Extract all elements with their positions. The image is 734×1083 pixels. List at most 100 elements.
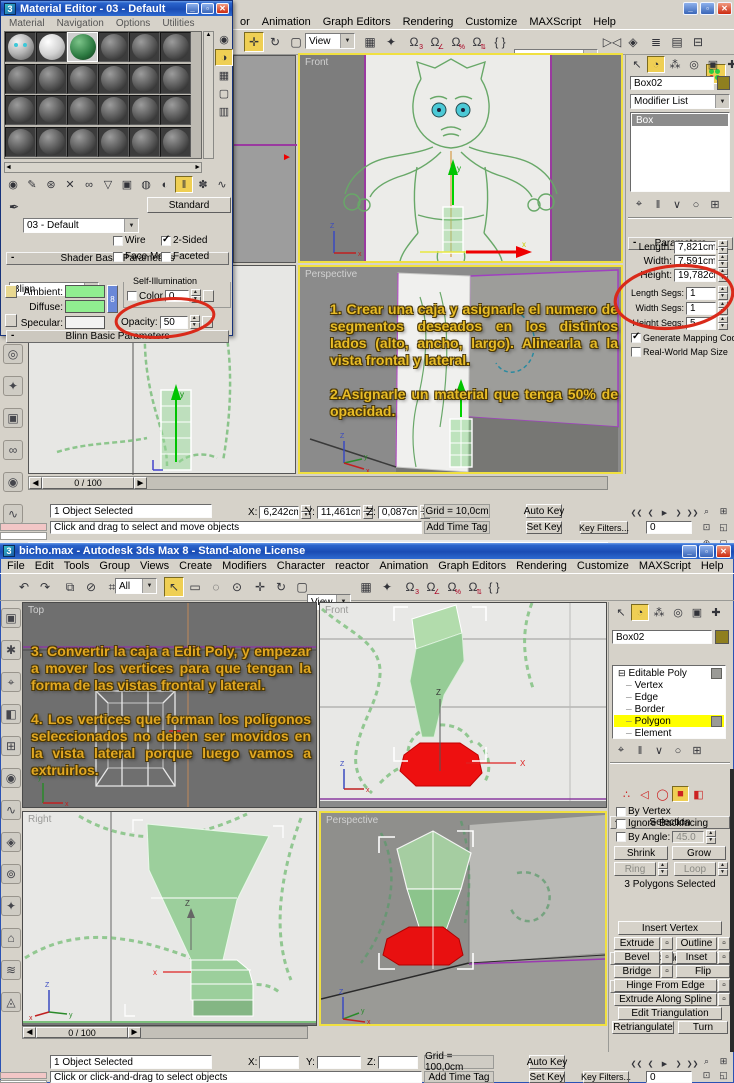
z-field[interactable]: 0,087cm — [377, 505, 418, 519]
snap-icon[interactable]: Ω% — [442, 577, 462, 597]
inset-settings-icon[interactable]: ▫ — [718, 951, 730, 964]
width-field[interactable]: 7,591cm — [674, 254, 716, 268]
current-frame-field[interactable]: 0 — [646, 1071, 692, 1083]
command-panel-tab[interactable]: ◎ — [685, 56, 703, 73]
menu-item[interactable]: File — [2, 559, 30, 573]
stack-button-icon[interactable]: ○ — [669, 742, 687, 759]
modifier-stack-item[interactable]: Border — [614, 703, 724, 715]
toolbar-icon[interactable]: ▦ — [360, 32, 380, 52]
reactor-toolbar-icon[interactable]: ✦ — [1, 896, 21, 916]
toolbar-icon[interactable]: ✛ — [244, 32, 264, 52]
menu-item[interactable]: Create — [174, 559, 217, 573]
snap-icon[interactable]: Ω ⇅ — [467, 32, 487, 52]
playback-icon[interactable]: ❮ — [644, 503, 657, 523]
viewport-nav-icon[interactable]: ◱ — [715, 1068, 732, 1082]
menu-item[interactable]: Options — [110, 17, 156, 30]
modifier-stack-item[interactable]: Box — [632, 114, 728, 126]
by-vertex-checkbox[interactable] — [616, 806, 626, 817]
toolbar-icon[interactable]: ↖ — [164, 577, 184, 597]
height-field[interactable]: 19,782cm — [674, 268, 716, 282]
toolbar-icon[interactable]: ↶ — [14, 577, 34, 597]
turn-button[interactable]: Turn — [678, 1021, 728, 1034]
face-map-checkbox[interactable] — [113, 251, 123, 262]
playback-icon[interactable]: ❮❮ — [630, 503, 643, 523]
menu-item[interactable]: Customize — [459, 15, 523, 29]
panel-scrollbar[interactable] — [730, 769, 734, 1052]
material-sample-slot[interactable] — [67, 126, 98, 157]
add-time-tag[interactable]: Add Time Tag — [424, 521, 490, 534]
sample-tool-icon[interactable]: ▦ — [215, 67, 233, 84]
reactor-toolbar-icon[interactable]: ⌖ — [1, 672, 21, 692]
viewport-nav-icon[interactable]: ⌕ — [698, 1054, 715, 1068]
menu-item[interactable]: or — [234, 15, 256, 29]
ambient-color-swatch[interactable] — [65, 285, 105, 298]
viewport-nav-icon[interactable]: ⌕ — [698, 503, 715, 519]
toolbar-icon[interactable]: ▦ — [356, 577, 376, 597]
snap-icon[interactable]: Ω ⇅ — [463, 577, 483, 597]
spinner[interactable] — [706, 830, 717, 844]
window-button-icon[interactable]: _ — [186, 3, 199, 14]
toolbar-icon[interactable]: ✦ — [381, 32, 401, 52]
toolbar-icon[interactable]: ⧉ — [60, 577, 80, 597]
menu-item[interactable]: MAXScript — [523, 15, 587, 29]
stack-button-icon[interactable]: ○ — [687, 196, 705, 213]
window-titlebar[interactable]: 3 bicho.max - Autodesk 3ds Max 8 - Stand… — [0, 543, 734, 559]
menu-item[interactable]: Rendering — [397, 15, 460, 29]
ignore-backfacing-checkbox[interactable] — [616, 818, 626, 829]
wire-checkbox[interactable] — [113, 235, 123, 246]
menu-item[interactable]: Navigation — [51, 17, 110, 30]
real-world-checkbox[interactable] — [631, 347, 641, 357]
listener-pink-row[interactable] — [0, 1072, 47, 1079]
menu-item[interactable]: Graph Editors — [433, 559, 511, 573]
snap-icon[interactable]: Ω ∠ — [421, 577, 441, 597]
diffuse-color-swatch[interactable] — [65, 300, 105, 313]
command-panel-tab[interactable]: ✚ — [707, 604, 725, 621]
toolbar-icon[interactable]: { } — [484, 577, 504, 597]
command-panel-tab[interactable]: ✚ — [723, 56, 734, 73]
length-segs-field[interactable]: 1 — [686, 286, 716, 300]
command-panel-tab[interactable]: ◔ — [647, 56, 665, 73]
reactor-toolbar-icon[interactable]: ⌂ — [1, 928, 21, 948]
z-field[interactable] — [377, 1056, 418, 1069]
material-sample-slot[interactable] — [160, 126, 191, 157]
sample-hscrollbar[interactable]: ◄ ► — [4, 162, 202, 173]
modifier-stack-item[interactable]: Vertex — [614, 679, 724, 691]
window-button-icon[interactable]: _ — [682, 544, 697, 558]
x-field[interactable]: 6,242cm — [259, 505, 300, 519]
length-field[interactable]: 7,821cm — [674, 240, 716, 254]
window-button-icon[interactable]: ✕ — [716, 544, 731, 558]
material-sample-slot[interactable] — [36, 32, 67, 62]
next-frame-arrow[interactable]: ► — [128, 1027, 141, 1038]
current-frame-field[interactable]: 0 — [646, 521, 692, 534]
toolbar-icon[interactable]: ✛ — [250, 577, 270, 597]
reactor-toolbar-icon[interactable]: ◈ — [1, 832, 21, 852]
outline-button[interactable]: Outline — [676, 937, 717, 950]
viewport-nav-icon[interactable]: ⊡ — [698, 1068, 715, 1082]
reactor-toolbar-icon[interactable]: ⊚ — [1, 864, 21, 884]
menu-item[interactable]: Utilities — [156, 17, 200, 30]
spinner[interactable] — [658, 862, 668, 876]
toolbar-icon[interactable]: ↻ — [265, 32, 285, 52]
hinge-from-edge-button[interactable]: Hinge From Edge — [614, 979, 717, 992]
toolbar-icon[interactable]: ◌ — [206, 577, 226, 597]
modifier-stack-item[interactable]: Polygon — [614, 715, 724, 727]
stack-button-icon[interactable]: ‖ — [631, 742, 649, 759]
hinge-settings-icon[interactable]: ▫ — [718, 979, 730, 992]
reactor-toolbar-icon[interactable]: ≋ — [1, 960, 21, 980]
menu-item[interactable]: Tools — [59, 559, 95, 573]
bevel-settings-icon[interactable]: ▫ — [661, 951, 673, 964]
command-panel-tab[interactable]: ↖ — [628, 56, 646, 73]
subobject-icon[interactable]: ◯ — [654, 786, 671, 802]
specular-lock-button[interactable] — [5, 314, 17, 327]
menu-item[interactable]: Group — [94, 559, 135, 573]
blinn-rollout-header[interactable]: Blinn Basic Parameters — [6, 330, 229, 343]
spinner[interactable] — [718, 240, 728, 254]
subobject-icon[interactable]: ◧ — [690, 786, 707, 802]
viewport-perspective[interactable]: Perspective Z y x 1. Crear una caja y as… — [298, 265, 623, 474]
material-sample-slot[interactable] — [98, 32, 129, 62]
reactor-toolbar-icon[interactable]: ◉ — [1, 768, 21, 788]
command-panel-tab[interactable]: ◎ — [669, 604, 687, 621]
material-sample-slot[interactable] — [160, 32, 191, 62]
spinner[interactable] — [718, 301, 728, 315]
selection-filter-dropdown[interactable]: All — [115, 578, 157, 594]
